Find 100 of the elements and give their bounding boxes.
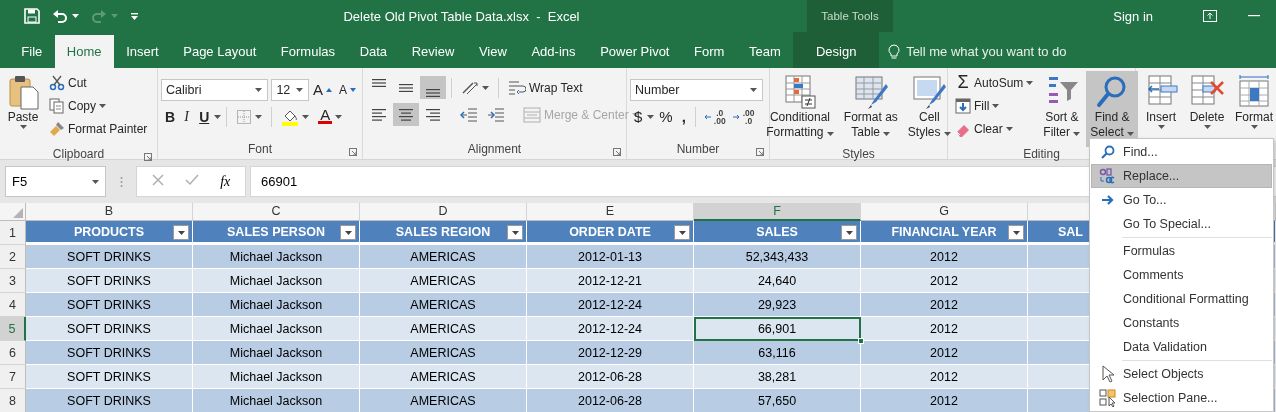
row-number[interactable]: 4: [0, 293, 26, 317]
pointer-icon: [1101, 365, 1114, 383]
filter-button[interactable]: [507, 225, 523, 240]
row-number[interactable]: 3: [0, 269, 26, 293]
column-letter[interactable]: F: [694, 203, 861, 221]
table-cell: 2012: [861, 365, 1028, 389]
horizontal-align-button[interactable]: [393, 103, 419, 126]
copy-button[interactable]: Copy: [45, 94, 152, 117]
menu-item[interactable]: Go To Special...: [1091, 212, 1272, 236]
column-letter[interactable]: E: [527, 203, 694, 221]
up-triangle-icon: [326, 87, 332, 92]
caret-icon: [1026, 80, 1034, 85]
ribbon-tab[interactable]: Form: [681, 32, 737, 68]
caret-icon: [1127, 132, 1135, 136]
decrease-decimal-button[interactable]: .00 .0: [729, 105, 758, 128]
menu-item[interactable]: Comments: [1091, 263, 1272, 287]
ribbon-tab[interactable]: View: [466, 32, 520, 68]
ribbon-tab[interactable]: Formulas: [268, 32, 348, 68]
paste-button[interactable]: Paste: [3, 71, 43, 147]
undo-icon: [52, 9, 68, 23]
increase-decimal-button[interactable]: .0 .00: [700, 105, 729, 128]
sign-in-link[interactable]: Sign in: [1110, 5, 1156, 27]
row-number[interactable]: 5: [0, 317, 26, 341]
ribbon-tab[interactable]: File: [9, 32, 55, 68]
underline-button[interactable]: U: [195, 105, 214, 128]
menu-item[interactable]: Formulas: [1091, 239, 1272, 263]
font-name-dropdown[interactable]: Calibri: [161, 78, 269, 101]
table-cell: Michael Jackson: [193, 269, 360, 293]
bold-button[interactable]: B: [161, 105, 180, 128]
caret-icon: [1073, 132, 1081, 136]
column-title: SAL: [1058, 224, 1083, 239]
table-cell: Michael Jackson: [193, 293, 360, 317]
caret-icon: [943, 132, 951, 136]
column-letter[interactable]: D: [360, 203, 527, 221]
filter-button[interactable]: [1008, 225, 1024, 240]
column-title: SALES PERSON: [227, 224, 325, 239]
menu-item[interactable]: Data Validation: [1091, 335, 1272, 359]
table-cell: SOFT DRINKS: [26, 365, 193, 389]
ribbon-tab[interactable]: Design: [793, 32, 880, 68]
menu-item[interactable]: Conditional Formatting: [1091, 287, 1272, 311]
wrap-text-button[interactable]: Wrap Text: [504, 76, 587, 99]
font-size-dropdown[interactable]: 12: [271, 78, 309, 101]
menu-item[interactable]: Selection Pane...: [1091, 386, 1272, 410]
table-cell: AMERICAS: [360, 293, 527, 317]
ribbon-tab[interactable]: Team: [736, 32, 794, 68]
comma-style-button[interactable]: ,: [677, 105, 690, 128]
shrink-font-button[interactable]: A: [336, 78, 359, 101]
ribbon-tab[interactable]: Home: [54, 35, 114, 68]
ribbon-tab[interactable]: Add-ins: [519, 32, 588, 68]
table-cell: 2012-12-24: [527, 317, 694, 341]
caret-icon: [295, 87, 303, 92]
column-letter[interactable]: B: [26, 203, 193, 221]
italic-button[interactable]: I: [180, 105, 195, 128]
table-cell: AMERICAS: [360, 245, 527, 269]
filter-button[interactable]: [340, 225, 356, 240]
cut-button[interactable]: Cut: [45, 71, 152, 94]
ribbon-tab[interactable]: Page Layout: [170, 32, 269, 68]
fill-handle[interactable]: [858, 338, 864, 344]
find-select-button[interactable]: Find & Select: [1086, 71, 1139, 147]
caret-icon: [511, 230, 519, 235]
row-number[interactable]: 2: [0, 245, 26, 269]
sort-filter-button[interactable]: Sort & Filter: [1039, 71, 1085, 147]
filter-button[interactable]: [173, 225, 189, 240]
table-cell: Michael Jackson: [193, 341, 360, 365]
menu-item[interactable]: Select Objects: [1091, 362, 1272, 386]
table-cell: 57,650: [694, 389, 861, 412]
table-cell: 52,343,433: [694, 245, 861, 269]
table-cell: 2012: [861, 389, 1028, 412]
ribbon-tab[interactable]: Power Pivot: [587, 32, 682, 68]
ribbon-tab[interactable]: Review: [399, 32, 467, 68]
name-box[interactable]: F5: [5, 166, 106, 197]
table-cell: AMERICAS: [360, 389, 527, 412]
tell-me-box[interactable]: Tell me what you want to do: [879, 32, 1076, 68]
column-letter[interactable]: C: [193, 203, 360, 221]
format-painter-button[interactable]: Format Painter: [45, 117, 152, 140]
font-color-button[interactable]: A: [314, 105, 347, 128]
table-cell: 2012-06-28: [527, 389, 694, 412]
insert-function-button[interactable]: fx: [219, 172, 232, 191]
table-cell: 38,281: [694, 365, 861, 389]
conditional-formatting-button[interactable]: Conditional Formatting: [762, 71, 838, 147]
row-number[interactable]: 6: [0, 341, 26, 365]
filter-button[interactable]: [674, 225, 690, 240]
menu-item[interactable]: Constants: [1091, 311, 1272, 335]
currency-button[interactable]: $: [630, 105, 647, 128]
table-cell: AMERICAS: [360, 317, 527, 341]
column-letter[interactable]: G: [861, 203, 1028, 221]
table-cell: 63,116: [694, 341, 861, 365]
ribbon-tab[interactable]: Insert: [113, 32, 171, 68]
filter-button[interactable]: [841, 225, 857, 240]
row-number[interactable]: 8: [0, 389, 26, 412]
row-number[interactable]: 7: [0, 365, 26, 389]
number-format-dropdown[interactable]: Number: [630, 78, 763, 101]
menu-item[interactable]: Replace...: [1091, 164, 1272, 188]
percent-button[interactable]: %: [655, 105, 677, 128]
cancel-icon: [151, 174, 164, 186]
row-number[interactable]: 1: [0, 221, 26, 245]
vertical-align-button[interactable]: [420, 76, 446, 99]
format-as-table-button[interactable]: Format as Table: [839, 71, 902, 147]
ribbon-tab[interactable]: Data: [347, 32, 400, 68]
grow-font-button[interactable]: A: [309, 78, 335, 101]
